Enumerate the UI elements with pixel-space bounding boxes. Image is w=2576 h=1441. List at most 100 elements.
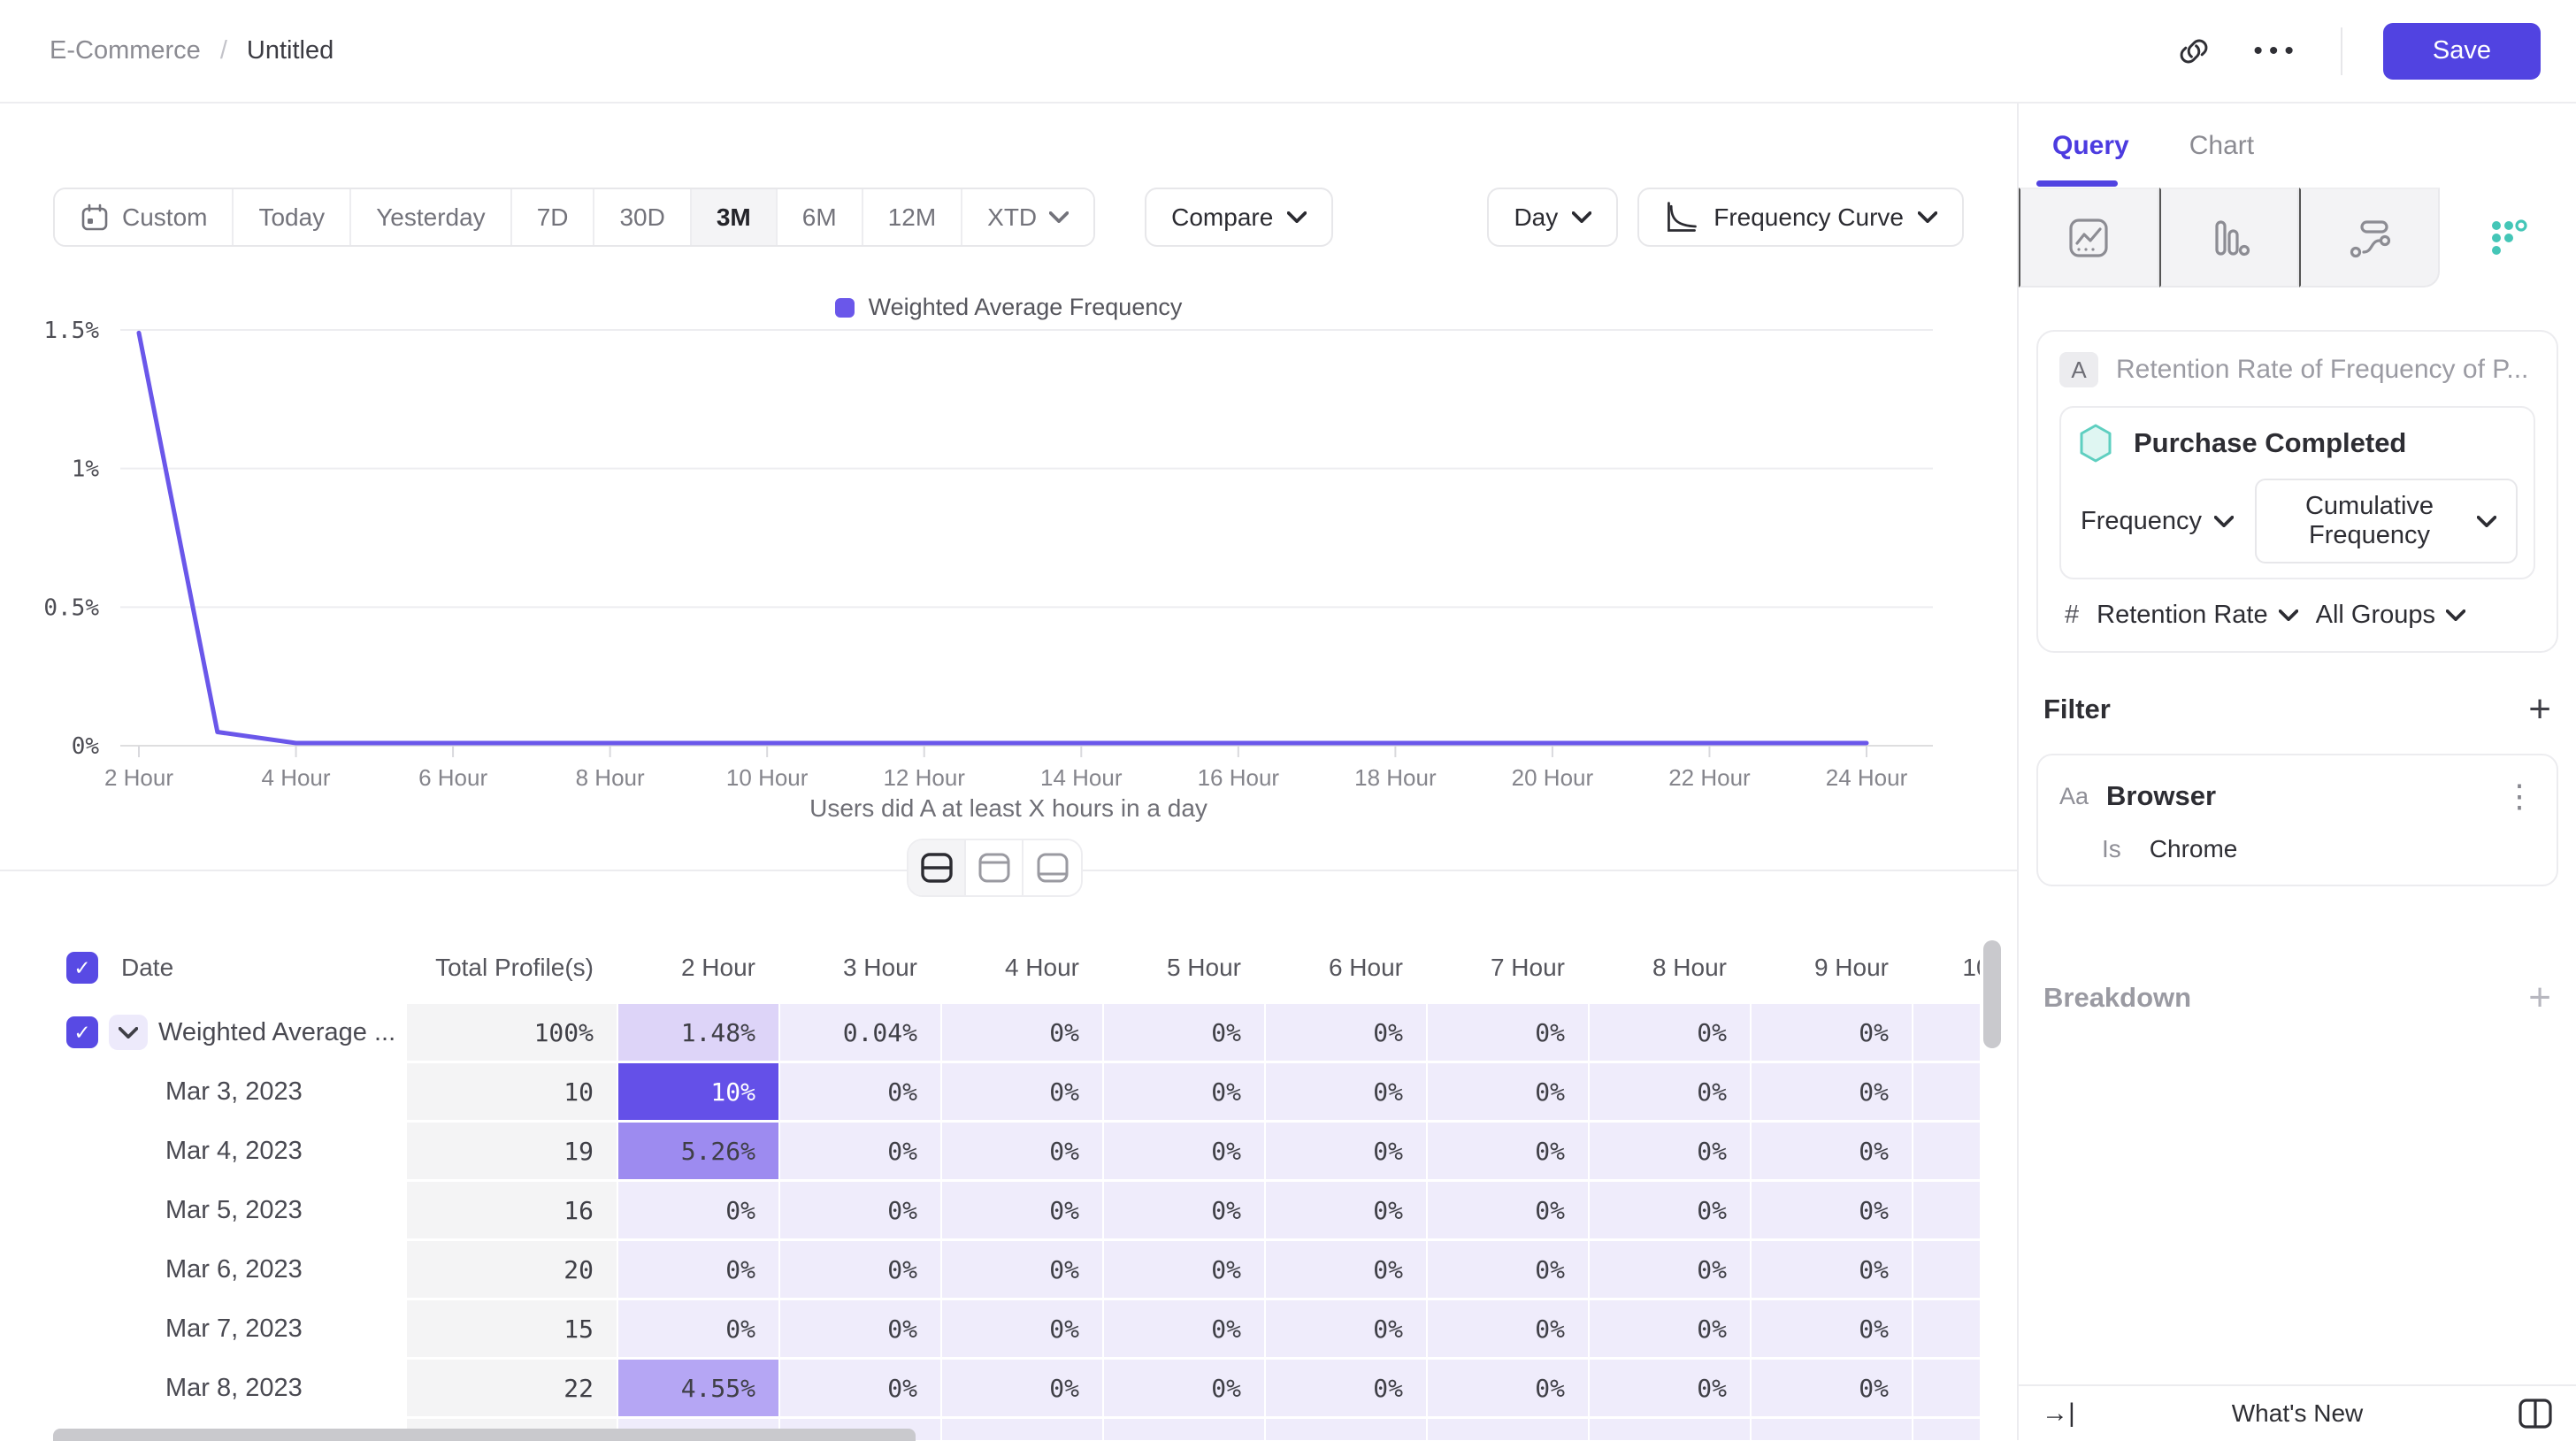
row-checkbox[interactable]: ✓ [66, 1016, 98, 1048]
link-icon [2175, 33, 2212, 70]
table-cell: 0% [1104, 1123, 1264, 1179]
x-tick-label: 12 Hour [883, 764, 965, 791]
x-axis-title: Users did A at least X hours in a day [0, 794, 2017, 823]
chart-style-button[interactable]: Frequency Curve [1637, 188, 1964, 247]
add-breakdown-button[interactable]: + [2528, 978, 2551, 1017]
table-cell: 0% [780, 1360, 940, 1416]
total-profiles-cell: 15 [407, 1300, 617, 1357]
event-row[interactable]: Purchase Completed [2077, 422, 2518, 464]
layout-chart-only-button[interactable] [966, 840, 1024, 895]
select-all-checkbox[interactable]: ✓ [66, 952, 98, 984]
tab-query[interactable]: Query [2052, 131, 2129, 161]
table-vertical-scrollbar[interactable] [1983, 940, 2001, 1048]
chart-type-bar[interactable] [2159, 188, 2300, 287]
table-cell: 0% [1428, 1300, 1588, 1357]
table-cell: 0% [618, 1300, 778, 1357]
table-cell: 0% [942, 1300, 1102, 1357]
range-12m[interactable]: 12M [863, 189, 962, 245]
text-property-icon: Aa [2059, 783, 2089, 810]
table-cell: 4.55% [618, 1360, 778, 1416]
table-cell [1104, 1419, 1264, 1440]
table-row: Mar 8, 2023224.55%0%0%0%0%0%0%0%0% [53, 1360, 1980, 1416]
panel-content: A Retention Rate of Frequency of P... Pu… [2019, 330, 2576, 1017]
range-30d[interactable]: 30D [594, 189, 691, 245]
table-row: Mar 3, 20231010%0%0%0%0%0%0%0%0% [53, 1063, 1980, 1120]
whats-new-link[interactable]: What's New [2019, 1399, 2576, 1428]
range-3m[interactable]: 3M [692, 189, 778, 245]
expand-row-button[interactable] [109, 1015, 148, 1050]
table-cell: 0% [1104, 1182, 1264, 1238]
frequency-mode-dropdown[interactable]: Cumulative Frequency [2255, 479, 2518, 563]
granularity-button[interactable]: Day [1487, 188, 1618, 247]
table-cell: 0% [780, 1300, 940, 1357]
frequency-dropdown[interactable]: Frequency [2077, 507, 2234, 536]
table-cell: 0% [1752, 1241, 1912, 1298]
column-header-hour: 4 Hour [942, 954, 1102, 982]
x-tick-label: 2 Hour [104, 764, 173, 791]
column-header-hour: 10 Hour [1913, 954, 1980, 982]
chevron-down-icon [1572, 211, 1591, 223]
row-label: Mar 4, 2023 [53, 1123, 405, 1179]
table-cell: 0% [1590, 1063, 1750, 1120]
table-horizontal-scrollbar[interactable] [53, 1429, 916, 1441]
x-tick-label: 8 Hour [576, 764, 645, 791]
table-cell: 0% [1428, 1182, 1588, 1238]
x-tick-label: 22 Hour [1668, 764, 1751, 791]
column-header-hour: 7 Hour [1428, 954, 1588, 982]
frequency-controls: Frequency Cumulative Frequency [2077, 479, 2518, 563]
table-cell: 0% [618, 1182, 778, 1238]
chevron-down-icon [2214, 516, 2234, 527]
copy-link-button[interactable] [2175, 33, 2212, 70]
table-cell [1752, 1419, 1912, 1440]
row-label: Mar 7, 2023 [53, 1300, 405, 1357]
chart-type-flow[interactable] [2299, 188, 2440, 287]
x-tick-label: 16 Hour [1198, 764, 1280, 791]
breadcrumb-project[interactable]: E-Commerce [50, 36, 201, 65]
filter-menu-button[interactable]: ⋮ [2503, 784, 2535, 809]
series-title-row[interactable]: A Retention Rate of Frequency of P... [2059, 351, 2535, 388]
split-view-icon[interactable] [2518, 1398, 2553, 1430]
add-filter-button[interactable]: + [2528, 690, 2551, 729]
chevron-down-icon [1287, 211, 1307, 223]
series-badge: A [2059, 352, 2098, 387]
chevron-down-icon [1049, 211, 1069, 223]
compare-button[interactable]: Compare [1145, 188, 1333, 247]
plus-icon: + [2528, 687, 2551, 731]
column-header-hour: 5 Hour [1104, 954, 1264, 982]
chart-type-frequency[interactable] [2440, 188, 2576, 287]
check-icon: ✓ [73, 1021, 90, 1045]
filter-card[interactable]: Aa Browser ⋮ Is Chrome [2036, 754, 2558, 886]
more-options-button[interactable]: ••• [2253, 36, 2300, 66]
groups-dropdown[interactable]: All Groups [2316, 601, 2465, 630]
tab-chart[interactable]: Chart [2189, 131, 2254, 161]
report-title[interactable]: Untitled [247, 36, 334, 65]
query-panel: Query Chart [2017, 103, 2576, 1440]
header-actions: ••• Save [2175, 23, 2541, 80]
layout-toggle-group [907, 839, 1083, 897]
table-cell: 0% [942, 1123, 1102, 1179]
measure-dropdown[interactable]: Retention Rate [2097, 601, 2297, 630]
layout-split-button[interactable] [908, 840, 966, 895]
filter-property: Browser [2106, 780, 2216, 812]
frequency-line-chart: 0%0.5%1%1.5%2 Hour4 Hour6 Hour8 Hour10 H… [0, 292, 2017, 823]
range-today[interactable]: Today [234, 189, 351, 245]
chart-type-line[interactable] [2019, 188, 2159, 287]
filter-property-row: Aa Browser ⋮ [2059, 777, 2535, 816]
table-cell: 0% [1913, 1360, 1980, 1416]
range-7d[interactable]: 7D [512, 189, 595, 245]
table-cell: 0% [942, 1182, 1102, 1238]
range-yesterday[interactable]: Yesterday [351, 189, 512, 245]
layout-bottom-icon [1035, 851, 1070, 885]
table-cell [1266, 1419, 1426, 1440]
table-cell: 0% [1428, 1123, 1588, 1179]
range-xtd[interactable]: XTD [962, 189, 1093, 245]
table-cell: 1.48% [618, 1004, 778, 1061]
range-custom[interactable]: Custom [55, 189, 234, 245]
layout-table-only-button[interactable] [1024, 840, 1081, 895]
flow-chart-icon [2346, 215, 2392, 261]
breakdown-section-header: Breakdown + [2036, 978, 2558, 1017]
save-button[interactable]: Save [2383, 23, 2541, 80]
table-cell: 0% [1266, 1300, 1426, 1357]
range-6m[interactable]: 6M [778, 189, 863, 245]
table-cell: 0% [1590, 1360, 1750, 1416]
